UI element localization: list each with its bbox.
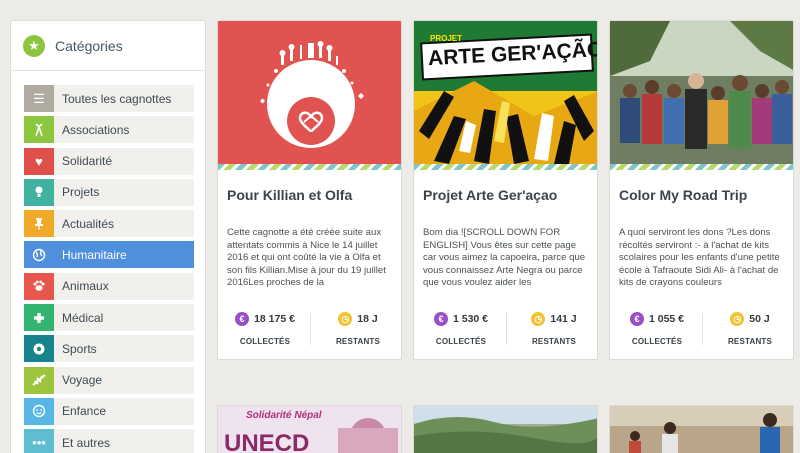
remaining-days: 50 J — [749, 313, 770, 325]
category-item-enfance[interactable]: Enfance — [24, 397, 194, 425]
card-image-solidarity — [218, 21, 401, 164]
category-item-toutes[interactable]: ☰ Toutes les cagnottes — [24, 85, 194, 112]
card-description: A quoi serviront les dons ?Les dons réco… — [619, 227, 780, 288]
category-label: Voyage — [62, 373, 103, 388]
card-stats: € 1 055 € COLLECTÉS ◷ 50 J RESTANTS — [610, 311, 793, 351]
collected-label: COLLECTÉS — [435, 337, 487, 346]
sidebar-title: Catégories — [55, 37, 123, 54]
category-item-medical[interactable]: Médical — [24, 304, 194, 332]
remaining-days: 141 J — [550, 313, 577, 325]
collected-stat: € 18 175 € COLLECTÉS — [220, 311, 310, 346]
categories-sidebar: ★ Catégories ☰ Toutes les cagnottes Asso… — [10, 20, 206, 453]
stats-divider — [506, 313, 507, 345]
collected-amount: 1 055 € — [648, 313, 685, 325]
image-caption-big: UNECD — [224, 430, 310, 453]
collected-label: COLLECTÉS — [631, 337, 683, 346]
lightbulb-icon — [24, 178, 54, 206]
card-title[interactable]: Pour Killian et Olfa — [227, 187, 352, 203]
decorative-stripe — [610, 164, 793, 170]
card-title[interactable]: Projet Arte Ger'açao — [423, 187, 557, 203]
globe-icon — [24, 241, 54, 269]
image-caption-top: Solidarité Népal — [246, 410, 322, 421]
fundraiser-card[interactable]: Pour Killian et Olfa Cette cagnotte a ét… — [217, 20, 402, 360]
category-label: Sports — [62, 341, 97, 356]
decorative-stripe — [218, 164, 401, 170]
category-label: Toutes les cagnottes — [62, 91, 172, 106]
fundraiser-card-partial[interactable]: Solidarité Népal UNECD — [217, 405, 402, 453]
category-label: Animaux — [62, 279, 109, 294]
clock-icon: ◷ — [730, 312, 745, 326]
card-image-arte-geracao: PROJET ARTE GER'AÇÃO — [414, 21, 597, 164]
star-icon: ★ — [23, 34, 45, 57]
remaining-label: RESTANTS — [727, 337, 773, 346]
euro-icon: € — [235, 312, 250, 326]
collected-amount: 18 175 € — [254, 313, 295, 325]
heart-icon: ♥ — [24, 147, 54, 175]
pin-icon — [24, 210, 54, 238]
fundraiser-card-partial[interactable] — [609, 405, 794, 453]
category-label: Solidarité — [62, 154, 113, 169]
ribbon-icon — [24, 116, 54, 144]
ball-icon — [24, 335, 54, 363]
clock-icon: ◷ — [531, 312, 546, 326]
image-caption-small: PROJET — [430, 34, 463, 43]
list-icon: ☰ — [24, 85, 54, 112]
category-item-associations[interactable]: Associations — [24, 116, 194, 144]
clock-icon: ◷ — [338, 312, 353, 326]
plane-icon — [24, 366, 54, 394]
category-item-humanitaire[interactable]: Humanitaire — [24, 241, 194, 269]
card-description: Cette cagnotte a été créée suite aux att… — [227, 227, 386, 288]
child-icon — [24, 397, 54, 425]
card-stats: € 18 175 € COLLECTÉS ◷ 18 J RESTANTS — [218, 311, 401, 351]
category-item-solidarite[interactable]: ♥ Solidarité — [24, 147, 194, 175]
category-label: Associations — [62, 122, 130, 137]
fundraiser-card[interactable]: PROJET ARTE GER'AÇÃO Projet Arte Ger'aça… — [413, 20, 598, 360]
collected-label: COLLECTÉS — [239, 337, 291, 346]
category-list: ☰ Toutes les cagnottes Associations ♥ So… — [24, 85, 194, 453]
sidebar-header: ★ Catégories — [11, 21, 205, 71]
category-item-actualites[interactable]: Actualités — [24, 210, 194, 238]
category-item-projets[interactable]: Projets — [24, 178, 194, 206]
remaining-stat: ◷ 141 J RESTANTS — [509, 311, 597, 346]
remaining-stat: ◷ 18 J RESTANTS — [313, 311, 401, 346]
stats-divider — [702, 313, 703, 345]
category-label: Actualités — [62, 216, 115, 231]
paw-icon — [24, 272, 54, 300]
category-item-animaux[interactable]: Animaux — [24, 272, 194, 300]
collected-amount: 1 530 € — [452, 313, 489, 325]
category-label: Et autres — [62, 435, 111, 450]
medical-cross-icon — [24, 304, 54, 332]
remaining-label: RESTANTS — [335, 337, 381, 346]
card-stats: € 1 530 € COLLECTÉS ◷ 141 J RESTANTS — [414, 311, 597, 351]
collected-stat: € 1 530 € COLLECTÉS — [416, 311, 506, 346]
card-title[interactable]: Color My Road Trip — [619, 187, 747, 203]
stats-divider — [310, 313, 311, 345]
dots-icon: ••• — [24, 429, 54, 453]
euro-icon: € — [433, 312, 448, 326]
collected-stat: € 1 055 € COLLECTÉS — [612, 311, 702, 346]
remaining-label: RESTANTS — [531, 337, 577, 346]
category-label: Humanitaire — [62, 247, 127, 262]
decorative-stripe — [414, 164, 597, 170]
category-label: Enfance — [62, 404, 107, 419]
category-item-voyage[interactable]: Voyage — [24, 366, 194, 394]
remaining-stat: ◷ 50 J RESTANTS — [705, 311, 793, 346]
category-label: Médical — [62, 310, 104, 325]
category-item-et-autres[interactable]: ••• Et autres — [24, 429, 194, 453]
category-label: Projets — [62, 185, 100, 200]
fundraiser-card[interactable]: Color My Road Trip A quoi serviront les … — [609, 20, 794, 360]
category-item-sports[interactable]: Sports — [24, 335, 194, 363]
fundraiser-card-partial[interactable] — [413, 405, 598, 453]
card-description: Bom dia ![SCROLL DOWN FOR ENGLISH] Vous … — [423, 227, 586, 288]
euro-icon: € — [629, 312, 644, 326]
card-image-group-photo — [610, 21, 793, 164]
remaining-days: 18 J — [357, 313, 378, 325]
